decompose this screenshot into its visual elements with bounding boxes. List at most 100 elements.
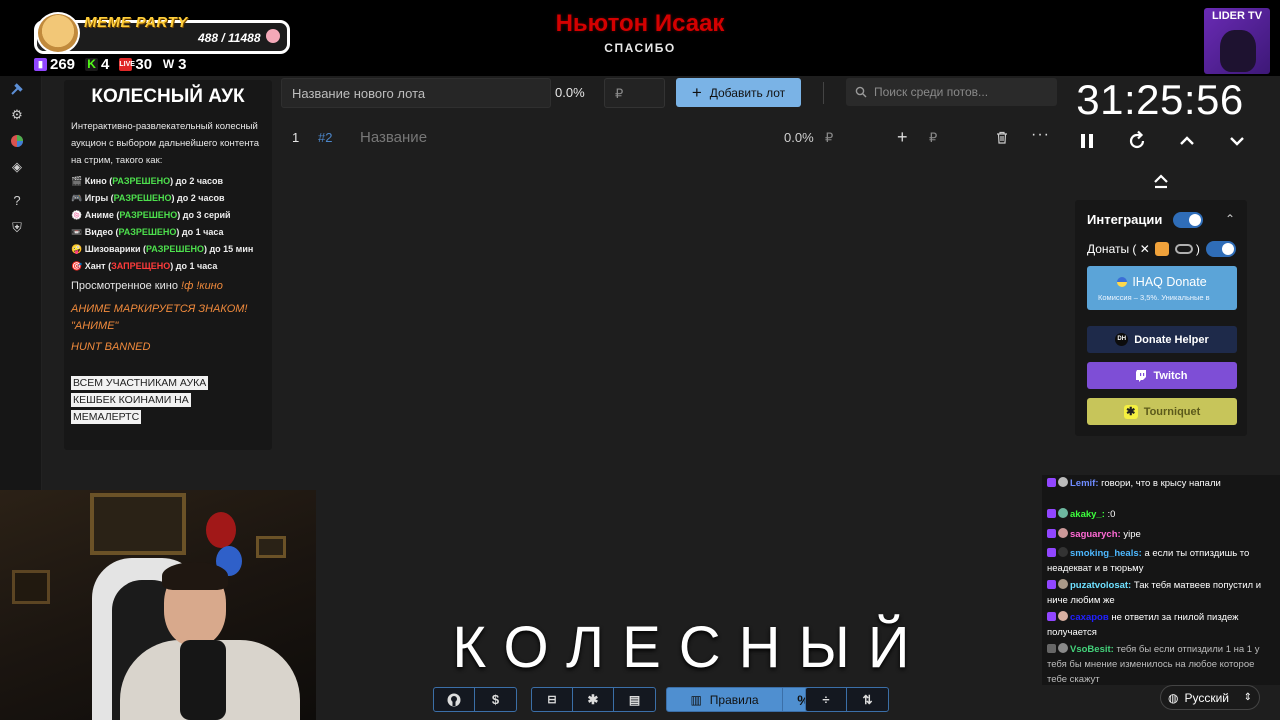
rule-name: Видео ( [84,227,119,237]
channel-badge-label: LIDER TV [1211,10,1263,22]
donates-label-close: ) [1195,242,1200,256]
trash-icon[interactable] [996,131,1008,144]
language-selector[interactable]: ◍ Русский ⇕ [1160,685,1260,710]
donate-helper-icon: DH [1115,333,1129,346]
chevron-up-icon[interactable] [1175,129,1199,153]
rule-limit: ) до 15 мин [203,244,254,254]
rules-toggle-button[interactable]: ▥ Правила [667,688,783,711]
stat-value: 3 [178,56,187,73]
rule-item: 🎬 Кино (РАЗРЕШЕНО) до 2 часов [71,173,271,190]
twitch-badge-icon [1047,529,1056,538]
chat-user: сахаров [1070,612,1109,623]
rules-intro: Интерактивно-развлекательный колесный ау… [71,121,260,166]
rule-status: ЗАПРЕЩЕНО [111,261,171,271]
rule-limit: ) до 2 часов [171,193,225,203]
chat-user: akaky_: [1070,509,1105,520]
avatar [1058,579,1068,589]
w-icon: W [162,57,176,71]
watched-movies: Просмотренное кино !ф !кино [71,280,223,292]
lot-amount[interactable]: ₽ [825,130,833,146]
twitch-badge-icon [1047,478,1056,487]
pig-icon [266,29,280,43]
rules-icon: ▥ [690,692,702,707]
rule-status: РАЗРЕШЕНО [113,193,172,203]
donates-toggle[interactable] [1206,241,1236,257]
anime-note: АНИМЕ МАРКИРУЕТСЯ ЗНАКОМ! "АНИМЕ" [71,303,248,332]
chat-user: smoking_heals: [1070,548,1142,559]
collapse-panel-icon[interactable] [1150,172,1172,192]
channel-badge: LIDER TV [1204,8,1270,74]
rule-limit: ) до 1 часа [170,261,218,271]
new-lot-name-input[interactable] [281,78,551,108]
divide-button[interactable]: ÷ [806,688,847,711]
bug-icon: ✱ [587,691,599,707]
donate-helper-button[interactable]: DH Donate Helper [1087,326,1237,353]
tourniquet-label: Tourniquet [1143,405,1201,418]
twitch-badge-icon [1047,644,1056,653]
chat-message: Lemif: говори, что в крысу напали [1047,476,1267,491]
chevron-updown-icon: ⇕ [1243,692,1252,703]
avatar [1058,611,1068,621]
language-label: Русский [1184,690,1230,705]
shield-icon[interactable]: ⛨ [10,221,24,235]
cashback-text: ВСЕМ УЧАСТНИКАМ АУКА КЕШБЕК КОИНАМИ НА М… [71,376,209,424]
add-lot-button[interactable]: + Добавить лот [676,78,801,107]
github-button[interactable] [434,688,475,711]
chat-message: smoking_heals: а если ты отпиздишь то не… [1047,546,1267,576]
github-icon [447,693,461,706]
chevron-down-icon[interactable] [1225,129,1249,153]
clear-button[interactable]: ▤ [614,688,655,711]
auction-hammer-icon[interactable] [10,82,24,96]
donatepay-icon [1174,244,1193,254]
sort-icon: ⇅ [862,692,873,707]
stat-w: W 3 [162,56,186,73]
webcam-painting [90,493,186,555]
rule-icon: 🎯 [71,261,83,271]
wheel-icon[interactable] [10,134,24,148]
chat-message: saguarych: yipe [1047,527,1267,542]
donate-button[interactable]: $ [475,688,516,711]
webcam-streamer-hair [162,562,228,590]
pause-icon[interactable] [1075,129,1099,153]
avatar [1058,477,1068,487]
doge-icon [36,12,80,54]
sort-button[interactable]: ⇅ [847,688,888,711]
lot-extra-amount[interactable]: ₽ [929,130,937,146]
stat-value: 4 [101,56,110,73]
chat-user: saguarych: [1070,529,1121,540]
lot-id: #2 [318,130,333,145]
lot-add-amount-button[interactable]: + [897,127,908,148]
ihaq-donate-subtitle: Комиссия – 3,5%. Уникальные в [1098,293,1210,302]
twitch-icon [1136,369,1147,382]
rule-limit: ) до 1 часа [176,227,224,237]
help-icon[interactable]: ? [10,194,24,208]
bug-report-button[interactable]: ✱ [573,688,614,711]
lot-name[interactable]: Название [360,129,427,146]
reset-icon[interactable] [1125,129,1149,153]
twitch-badge-icon [1047,548,1056,557]
chat-text: :0 [1104,509,1116,520]
rule-limit: ) до 2 часов [170,176,224,186]
twitch-button[interactable]: Twitch [1087,362,1237,389]
toolbar-group-links: $ [433,687,517,712]
rule-item: 🍥 Аниме (РАЗРЕШЕНО) до 3 серий [71,207,271,224]
viewer-stats: ▮ 269 K 4 LIVE 30 W 3 [34,56,186,73]
integrations-toggle[interactable] [1173,212,1203,228]
layers-icon[interactable]: ◈ [10,160,24,174]
tourniquet-button[interactable]: ✱ Tourniquet [1087,398,1237,425]
plus-icon: + [691,83,702,102]
new-lot-amount-input[interactable] [604,78,665,108]
rule-icon: 🎬 [71,176,83,186]
avatar [1058,643,1068,653]
webcam-microphone [180,640,226,720]
chevron-up-icon[interactable]: ⌃ [1225,212,1235,226]
lot-search-input[interactable] [870,78,1055,106]
archive-button[interactable]: ⊟ [532,688,573,711]
search-icon [855,86,867,98]
ihaq-donate-label: IHAQ Donate [1087,275,1237,289]
archive-icon: ⊟ [547,694,557,706]
toolbar-group-tools: ⊟ ✱ ▤ [531,687,656,712]
rule-status: РАЗРЕШЕНО [146,244,204,254]
more-options-icon[interactable]: ··· [1031,126,1050,144]
gear-icon[interactable]: ⚙ [10,108,24,122]
